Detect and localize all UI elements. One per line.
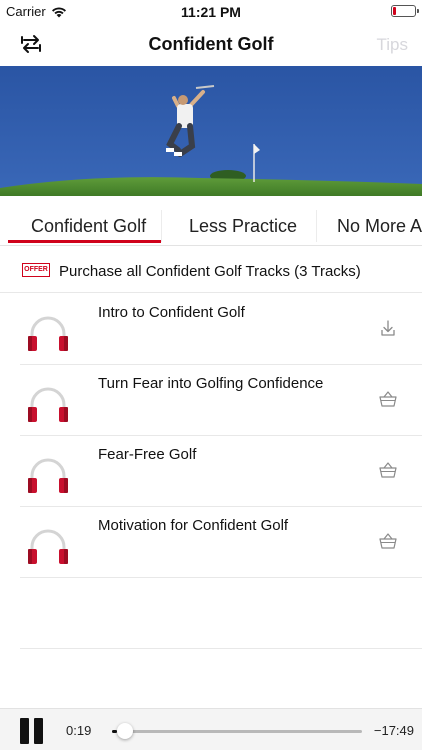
track-row[interactable]: Turn Fear into Golfing Confidence: [20, 365, 422, 436]
track-title: Fear-Free Golf: [98, 446, 197, 463]
status-time: 11:21 PM: [181, 4, 241, 20]
basket-icon[interactable]: [378, 389, 398, 409]
hero-image: [0, 66, 422, 196]
headphones-icon: [28, 387, 68, 422]
track-title: Intro to Confident Golf: [98, 304, 245, 321]
tab-less-practice[interactable]: Less Practice: [189, 216, 297, 237]
track-row[interactable]: Motivation for Confident Golf: [20, 507, 422, 578]
playback-scrubber[interactable]: [112, 723, 362, 739]
audio-player-bar: 0:19 −17:49: [0, 708, 422, 750]
headphones-icon: [28, 316, 68, 351]
basket-icon[interactable]: [378, 460, 398, 480]
download-icon[interactable]: [378, 318, 398, 338]
status-bar: Carrier 11:21 PM: [0, 0, 422, 22]
remaining-time: −17:49: [373, 723, 414, 738]
elapsed-time: 0:19: [66, 723, 92, 738]
page-title: Confident Golf: [148, 34, 274, 54]
track-title: Motivation for Confident Golf: [98, 517, 289, 534]
selected-tab-indicator: [8, 240, 161, 243]
golfer-jumping-illustration: [0, 66, 422, 196]
tab-no-more-anger[interactable]: No More Anger: [337, 216, 422, 237]
battery-level: [393, 7, 396, 15]
pause-icon-bar: [34, 718, 43, 744]
track-row[interactable]: Intro to Confident Golf: [20, 294, 422, 365]
tips-button[interactable]: Tips: [377, 35, 409, 55]
offer-badge: OFFER: [22, 263, 50, 277]
battery-icon: [391, 5, 419, 17]
tab-divider: [161, 210, 162, 242]
pause-icon-bar: [20, 718, 29, 744]
tab-divider: [316, 210, 317, 242]
tab-confident-golf[interactable]: Confident Golf: [31, 216, 146, 237]
pause-button[interactable]: [20, 718, 44, 744]
category-tabs: Confident Golf Less Practice No More Ang…: [0, 196, 422, 246]
nav-bar: Confident Golf Tips: [0, 22, 422, 66]
purchase-all-offer[interactable]: OFFER Purchase all Confident Golf Tracks…: [0, 253, 422, 293]
offer-text: Purchase all Confident Golf Tracks (3 Tr…: [59, 263, 361, 280]
empty-list-row: [20, 578, 422, 649]
scrubber-thumb[interactable]: [117, 723, 133, 739]
headphones-icon: [28, 529, 68, 564]
track-row[interactable]: Fear-Free Golf: [20, 436, 422, 507]
headphones-icon: [28, 458, 68, 493]
basket-icon[interactable]: [378, 531, 398, 551]
track-title: Turn Fear into Golfing Confidence: [98, 375, 324, 392]
